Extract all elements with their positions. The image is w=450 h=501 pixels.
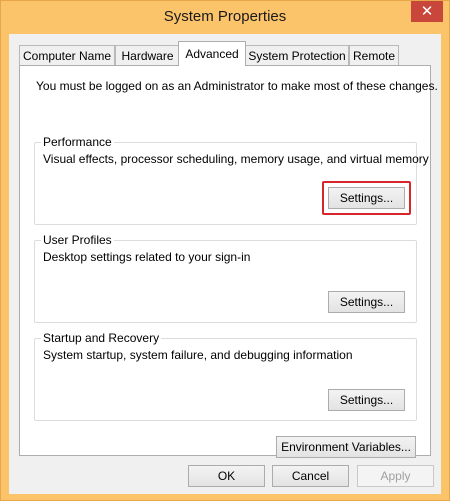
tab-system-protection[interactable]: System Protection [245,45,349,65]
user-profiles-settings-button[interactable]: Settings... [328,291,405,313]
close-button[interactable]: ✕ [411,1,443,22]
advanced-tab-panel: You must be logged on as an Administrato… [19,65,438,458]
user-profiles-description: Desktop settings related to your sign-in [43,250,251,264]
window-title: System Properties [163,8,287,25]
performance-group: Performance Visual effects, processor sc… [34,135,429,225]
environment-variables-button[interactable]: Environment Variables... [276,436,416,458]
tab-advanced[interactable]: Advanced [178,41,246,66]
performance-group-title: Performance [41,135,114,149]
tab-remote[interactable]: Remote [349,45,399,65]
close-icon: ✕ [420,3,434,20]
ok-button[interactable]: OK [188,465,265,487]
startup-recovery-description: System startup, system failure, and debu… [43,348,353,362]
tab-hardware[interactable]: Hardware [115,45,180,65]
startup-recovery-settings-button[interactable]: Settings... [328,389,405,411]
dialog-client-area: Computer Name Hardware Advanced System P… [9,34,441,494]
performance-description: Visual effects, processor scheduling, me… [43,152,429,166]
title-bar[interactable]: System Properties ✕ [1,1,449,34]
startup-recovery-group-title: Startup and Recovery [41,331,162,345]
user-profiles-group: User Profiles Desktop settings related t… [34,233,417,323]
performance-settings-highlight [322,181,411,215]
system-properties-window: System Properties ✕ Computer Name Hardwa… [0,0,450,501]
user-profiles-group-title: User Profiles [41,233,114,247]
admin-notice: You must be logged on as an Administrato… [36,79,438,93]
apply-button[interactable]: Apply [357,465,434,487]
tab-computer-name[interactable]: Computer Name [19,45,115,65]
cancel-button[interactable]: Cancel [272,465,349,487]
startup-recovery-group: Startup and Recovery System startup, sys… [34,331,417,421]
